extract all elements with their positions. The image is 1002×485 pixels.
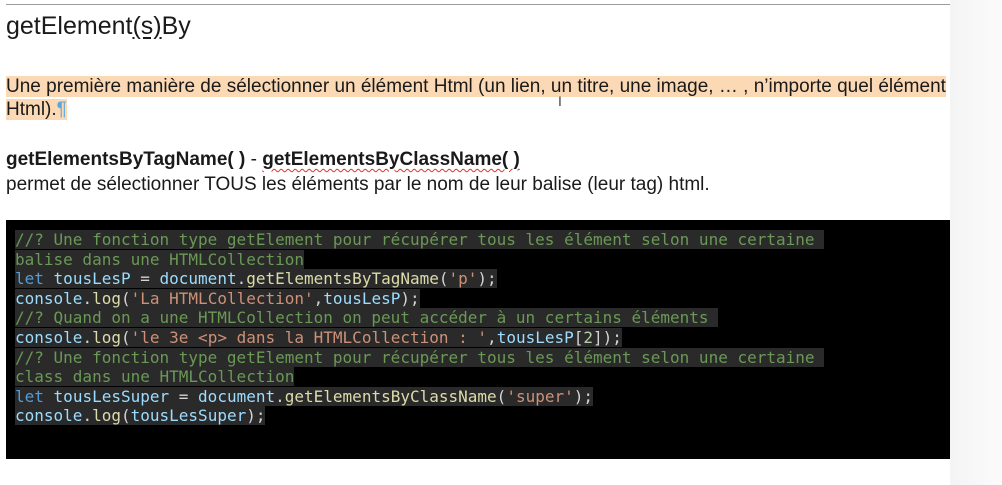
code-line-selection: let tousLesSuper = document.getElementsB…: [15, 386, 594, 406]
method-separator: -: [245, 149, 263, 170]
code-line: class dans une HTMLCollection: [15, 367, 950, 387]
code-token-var: tousLesSuper: [53, 386, 170, 406]
code-token-comment: class dans une HTMLCollection: [15, 367, 295, 387]
code-token-plain: (: [120, 288, 131, 308]
heading-underlined: (s): [132, 12, 162, 40]
pilcrow-mark: ¶: [56, 99, 67, 120]
top-divider: [6, 4, 950, 5]
code-token-plain: (: [496, 386, 507, 406]
code-token-func: log: [92, 288, 121, 308]
code-token-plain: (: [120, 406, 131, 426]
code-token-plain: );: [573, 386, 594, 406]
code-token-plain: ,: [313, 288, 324, 308]
code-block[interactable]: //? Une fonction type getElement pour ré…: [6, 220, 950, 459]
code-line: //? Quand on a une HTMLCollection on peu…: [15, 308, 950, 328]
code-line: //? Une fonction type getElement pour ré…: [15, 347, 950, 368]
code-line: console.log('le 3e <p> dans la HTMLColle…: [15, 327, 950, 348]
code-token-var: tousLesP: [53, 269, 131, 289]
code-token-func: getElementsByClassName: [284, 386, 497, 406]
code-token-keyword: let: [15, 386, 44, 406]
method-name-tagname: getElementsByTagName( ): [6, 149, 246, 170]
code-token-plain: [: [573, 327, 584, 347]
code-token-func: log: [92, 327, 121, 347]
window-edge: [950, 0, 1002, 485]
highlighted-selection: Une première manière de sélectionner un …: [6, 76, 946, 120]
code-token-comment: //? Une fonction type getElement pour ré…: [15, 347, 825, 367]
code-token-var: console: [15, 406, 83, 426]
method-description: permet de sélectionner TOUS les éléments…: [6, 174, 710, 195]
code-line: let tousLesP = document.getElementsByTag…: [15, 269, 950, 289]
code-line-selection: //? Quand on a une HTMLCollection on peu…: [15, 308, 719, 328]
code-token-string: 'super': [506, 386, 574, 406]
code-token-var: console: [15, 327, 83, 347]
code-line: //? Une fonction type getElement pour ré…: [15, 230, 950, 250]
code-token-plain: =: [169, 386, 199, 406]
code-line: let tousLesSuper = document.getElementsB…: [15, 386, 950, 407]
code-line-selection: class dans une HTMLCollection: [15, 367, 295, 387]
code-token-comment: balise dans une HTMLCollection: [15, 249, 304, 269]
intro-text: Une première manière de sélectionner un …: [6, 76, 946, 120]
code-token-string: 'le 3e <p> dans la HTMLCollection : ': [130, 327, 488, 347]
code-token-plain: .: [82, 327, 93, 347]
code-line-selection: console.log('La HTMLCollection',tousLesP…: [15, 288, 420, 308]
code-token-plain: .: [236, 269, 247, 289]
code-token-var: tousLesP: [496, 327, 574, 347]
code-token-comment: //? Une fonction type getElement pour ré…: [15, 230, 825, 249]
code-token-var: tousLesSuper: [130, 406, 247, 426]
code-token-plain: );: [246, 406, 266, 426]
code-token-plain: .: [82, 406, 93, 426]
code-token-func: getElementsByTagName: [246, 269, 439, 289]
code-token-plain: (: [438, 269, 449, 289]
code-token-var: document: [159, 269, 237, 289]
text-cursor-icon: I: [558, 93, 562, 109]
code-token-string: 'p': [448, 269, 478, 289]
code-token-plain: );: [477, 269, 497, 289]
code-token-plain: =: [130, 269, 160, 289]
code-line-selection: let tousLesP = document.getElementsByTag…: [15, 269, 497, 289]
section-heading: getElement(s)By: [6, 12, 191, 41]
code-token-keyword: let: [15, 269, 44, 289]
code-line-selection: //? Une fonction type getElement pour ré…: [15, 347, 825, 367]
code-token-string: 'La HTMLCollection': [130, 288, 314, 308]
method-title: getElementsByTagName( ) - getElementsByC…: [6, 149, 520, 171]
code-line-selection: console.log('le 3e <p> dans la HTMLColle…: [15, 327, 622, 347]
code-token-func: log: [92, 406, 121, 426]
heading-before: getElement: [6, 12, 133, 40]
code-token-plain: .: [275, 386, 285, 406]
code-line: balise dans une HTMLCollection: [15, 249, 950, 270]
code-token-plain: (: [120, 327, 131, 347]
code-line-selection: balise dans une HTMLCollection: [15, 249, 304, 269]
code-token-plain: .: [82, 288, 93, 308]
code-line-selection: console.log(tousLesSuper);: [15, 406, 266, 426]
code-token-number: 2: [583, 327, 594, 347]
code-token-plain: );: [400, 288, 420, 308]
code-line-selection: //? Une fonction type getElement pour ré…: [15, 230, 825, 249]
code-line: console.log(tousLesSuper);: [15, 406, 950, 426]
code-token-plain: ,: [487, 327, 497, 347]
method-name-classname: getElementsByClassName( ): [262, 149, 520, 170]
code-token-var: tousLesP: [323, 288, 401, 308]
code-token-comment: //? Quand on a une HTMLCollection on peu…: [15, 308, 719, 328]
code-token-var: document: [198, 386, 276, 406]
intro-paragraph[interactable]: Une première manière de sélectionner un …: [6, 75, 951, 121]
code-token-plain: ]);: [593, 327, 622, 347]
code-token-var: console: [15, 288, 83, 308]
heading-after: By: [161, 12, 191, 40]
code-line: console.log('La HTMLCollection',tousLesP…: [15, 288, 950, 309]
